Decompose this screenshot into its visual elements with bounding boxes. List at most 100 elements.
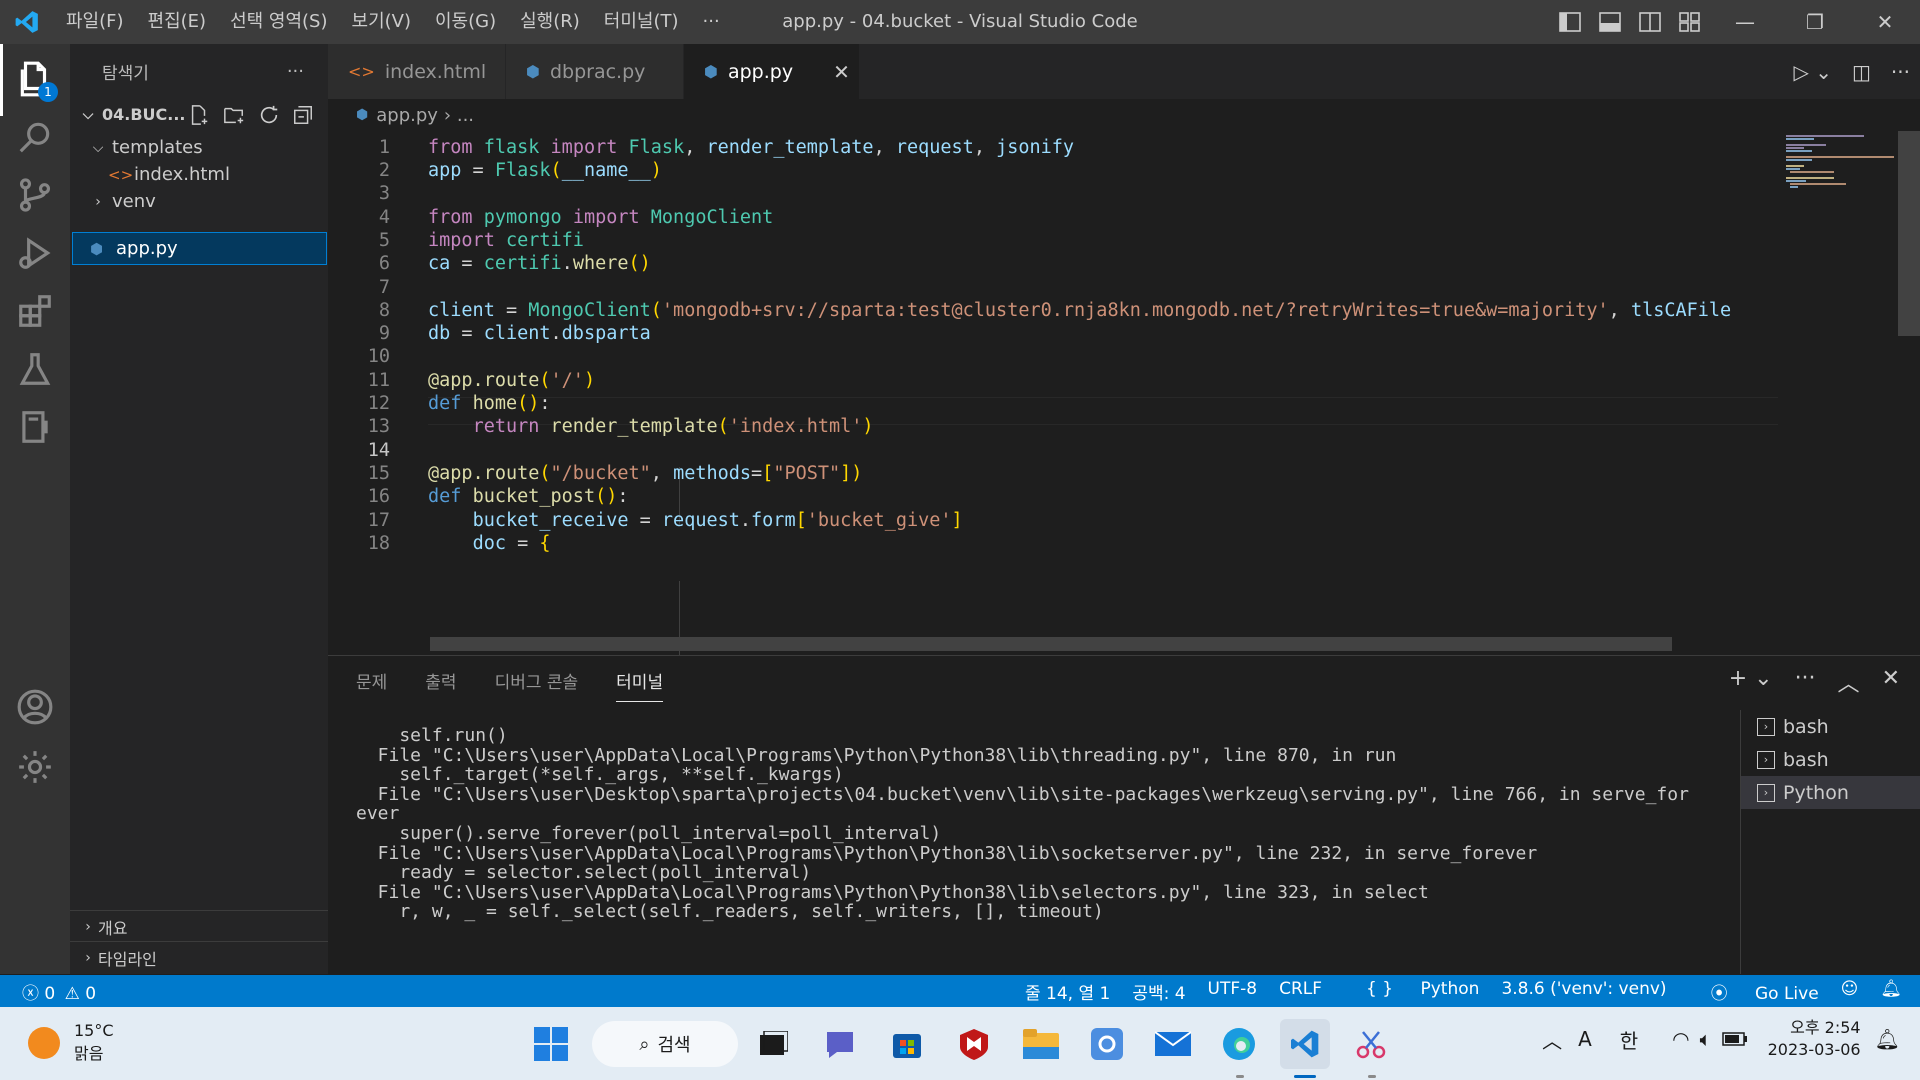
broadcast-icon: ⦿ xyxy=(1710,983,1728,1004)
terminal-output[interactable]: self.run() File "C:\Users\user\AppData\L… xyxy=(356,726,1920,922)
edge-browser-icon[interactable] xyxy=(1214,1019,1264,1069)
vscode-taskbar-icon[interactable] xyxy=(1280,1019,1330,1069)
workspace-root[interactable]: ⌵ 04.BUC... xyxy=(70,98,328,131)
terminal-item-bash-1[interactable]: › bash xyxy=(1741,710,1920,743)
toggle-secondary-sidebar-icon[interactable] xyxy=(1630,0,1670,44)
language-mode[interactable]: { } Python xyxy=(1344,979,1479,1004)
menu-view[interactable]: 보기(V) xyxy=(340,0,423,44)
teams-chat-icon[interactable] xyxy=(815,1019,865,1069)
code-text: from pymongo import MongoClient xyxy=(428,206,774,228)
split-editor-icon[interactable]: ◫ xyxy=(1842,60,1881,84)
warning-icon: ⚠ xyxy=(64,983,80,1004)
battery-icon[interactable] xyxy=(1721,1027,1748,1051)
python-interpreter[interactable]: 3.8.6 ('venv': venv) xyxy=(1501,979,1666,1004)
mcafee-icon[interactable] xyxy=(949,1019,999,1069)
show-hidden-icons-chevron-up-icon[interactable]: ︿ xyxy=(1542,1025,1562,1054)
terminal-line: File "C:\Users\user\AppData\Local\Progra… xyxy=(356,881,1429,903)
tab-app-py[interactable]: ⬢ app.py ✕ xyxy=(684,44,860,99)
minimize-icon[interactable]: — xyxy=(1710,0,1780,44)
toggle-panel-icon[interactable] xyxy=(1590,0,1630,44)
file-explorer-icon[interactable] xyxy=(1016,1019,1066,1069)
taskbar-search[interactable]: ⌕ 검색 xyxy=(592,1021,738,1067)
explorer-more-button[interactable]: ··· xyxy=(287,61,304,82)
encoding[interactable]: UTF-8 xyxy=(1208,979,1258,1004)
line-number: 1 xyxy=(378,136,390,158)
timeline-section[interactable]: › 타임라인 xyxy=(70,941,328,974)
breadcrumb-file[interactable]: app.py xyxy=(376,105,438,126)
restore-icon[interactable]: ❐ xyxy=(1780,0,1850,44)
new-file-icon[interactable] xyxy=(188,104,210,126)
windows-start-icon[interactable] xyxy=(526,1019,576,1069)
refresh-icon[interactable] xyxy=(258,104,280,126)
close-tab-icon[interactable]: ✕ xyxy=(833,60,850,84)
status-bar: ⓧ 0 ⚠ 0 줄 14, 열 1 공백: 4 UTF-8 CRLF { } P… xyxy=(0,975,1920,1007)
cursor-position[interactable]: 줄 14, 열 1 xyxy=(1025,979,1110,1004)
menu-terminal[interactable]: 터미널(T) xyxy=(592,0,691,44)
microsoft-store-icon[interactable] xyxy=(882,1019,932,1069)
breadcrumb-rest[interactable]: › ... xyxy=(444,105,474,126)
minimap[interactable] xyxy=(1778,131,1898,655)
editor-tabs: <> index.html ⬢ dbprac.py ⬢ app.py ✕ xyxy=(328,44,1920,99)
manage-gear-icon[interactable] xyxy=(0,732,70,802)
panel-more-icon[interactable]: ··· xyxy=(1795,666,1816,698)
go-live-button[interactable]: ⦿ Go Live xyxy=(1689,979,1819,1004)
code-text: @app.route('/') xyxy=(428,369,596,391)
explorer-sidebar: 탐색기 ··· ⌵ 04.BUC... ⌵ templates <> index… xyxy=(70,44,328,974)
tab-problems[interactable]: 문제 xyxy=(356,668,387,702)
feedback-icon[interactable]: ☺ xyxy=(1841,979,1859,1004)
notification-center-icon[interactable]: 🔔︎ xyxy=(1875,1027,1900,1051)
notifications-bell-icon[interactable]: 🔔︎ xyxy=(1880,979,1902,1004)
menu-more[interactable]: ··· xyxy=(691,0,732,44)
editor-horizontal-scrollbar[interactable] xyxy=(430,637,1672,651)
menu-go[interactable]: 이동(G) xyxy=(423,0,508,44)
timeline-label: 타임라인 xyxy=(98,950,157,969)
end-of-line[interactable]: CRLF xyxy=(1279,979,1322,1004)
toggle-sidebar-icon[interactable] xyxy=(1550,0,1590,44)
run-python-icon[interactable]: ▷ ⌄ xyxy=(1784,60,1843,84)
menu-edit[interactable]: 편집(E) xyxy=(136,0,219,44)
code-line[interactable]: 18 doc = { xyxy=(328,529,1778,558)
terminal-item-bash-2[interactable]: › bash xyxy=(1741,743,1920,776)
settings-app-icon[interactable] xyxy=(1082,1019,1132,1069)
tab-output[interactable]: 출력 xyxy=(425,668,456,702)
scroll-thumb[interactable] xyxy=(1898,131,1920,336)
snipping-tool-icon[interactable] xyxy=(1346,1019,1396,1069)
editor-more-icon[interactable]: ··· xyxy=(1881,60,1920,84)
terminal-item-python[interactable]: › Python xyxy=(1741,776,1920,809)
tab-terminal[interactable]: 터미널 xyxy=(616,668,664,702)
tree-item-venv[interactable]: › venv xyxy=(70,185,328,218)
mail-icon[interactable] xyxy=(1148,1019,1198,1069)
close-window-icon[interactable]: ✕ xyxy=(1850,0,1920,44)
weather-widget[interactable]: 15°C 맑음 xyxy=(28,1021,114,1064)
menu-selection[interactable]: 선택 영역(S) xyxy=(218,0,339,44)
tab-dbprac-py[interactable]: ⬢ dbprac.py xyxy=(506,44,684,99)
new-folder-icon[interactable] xyxy=(222,104,246,126)
wifi-icon[interactable]: ◠ xyxy=(1672,1027,1689,1051)
bottom-panel: 문제 출력 디버그 콘솔 터미널 + ⌄ ··· ︿ ✕ self.run() … xyxy=(328,655,1920,975)
menu-file[interactable]: 파일(F) xyxy=(54,0,136,44)
outline-label: 개요 xyxy=(98,919,128,938)
code-text: client = MongoClient('mongodb+srv://spar… xyxy=(428,299,1732,321)
problems-status[interactable]: ⓧ 0 ⚠ 0 xyxy=(22,979,96,1004)
new-terminal-icon[interactable]: + ⌄ xyxy=(1729,666,1773,698)
code-text: def home(): xyxy=(428,393,551,415)
editor-vertical-scrollbar[interactable] xyxy=(1898,131,1920,655)
maximize-panel-icon[interactable]: ︿ xyxy=(1838,666,1860,698)
remote-explorer-icon[interactable] xyxy=(0,392,70,462)
volume-icon[interactable]: 🔈︎ xyxy=(1700,1027,1712,1051)
collapse-all-icon[interactable] xyxy=(292,104,314,126)
customize-layout-icon[interactable] xyxy=(1670,0,1710,44)
indentation[interactable]: 공백: 4 xyxy=(1132,979,1185,1004)
tab-debug-console[interactable]: 디버그 콘솔 xyxy=(495,668,579,702)
clock[interactable]: 오후 2:54 2023-03-06 xyxy=(1768,1017,1861,1061)
ime-mode-indicator[interactable]: A xyxy=(1578,1027,1592,1051)
menu-run[interactable]: 실행(R) xyxy=(508,0,592,44)
ime-language-indicator[interactable]: 한 xyxy=(1620,1025,1638,1054)
outline-section[interactable]: › 개요 xyxy=(70,910,328,943)
task-view-icon[interactable] xyxy=(748,1019,798,1069)
line-number: 8 xyxy=(378,299,390,321)
tab-index-html[interactable]: <> index.html xyxy=(328,44,506,99)
close-panel-icon[interactable]: ✕ xyxy=(1882,666,1900,698)
tree-item-app-py[interactable]: ⬢ app.py xyxy=(72,232,327,265)
code-editor[interactable]: 1 from flask import Flask, render_templat… xyxy=(328,131,1778,655)
